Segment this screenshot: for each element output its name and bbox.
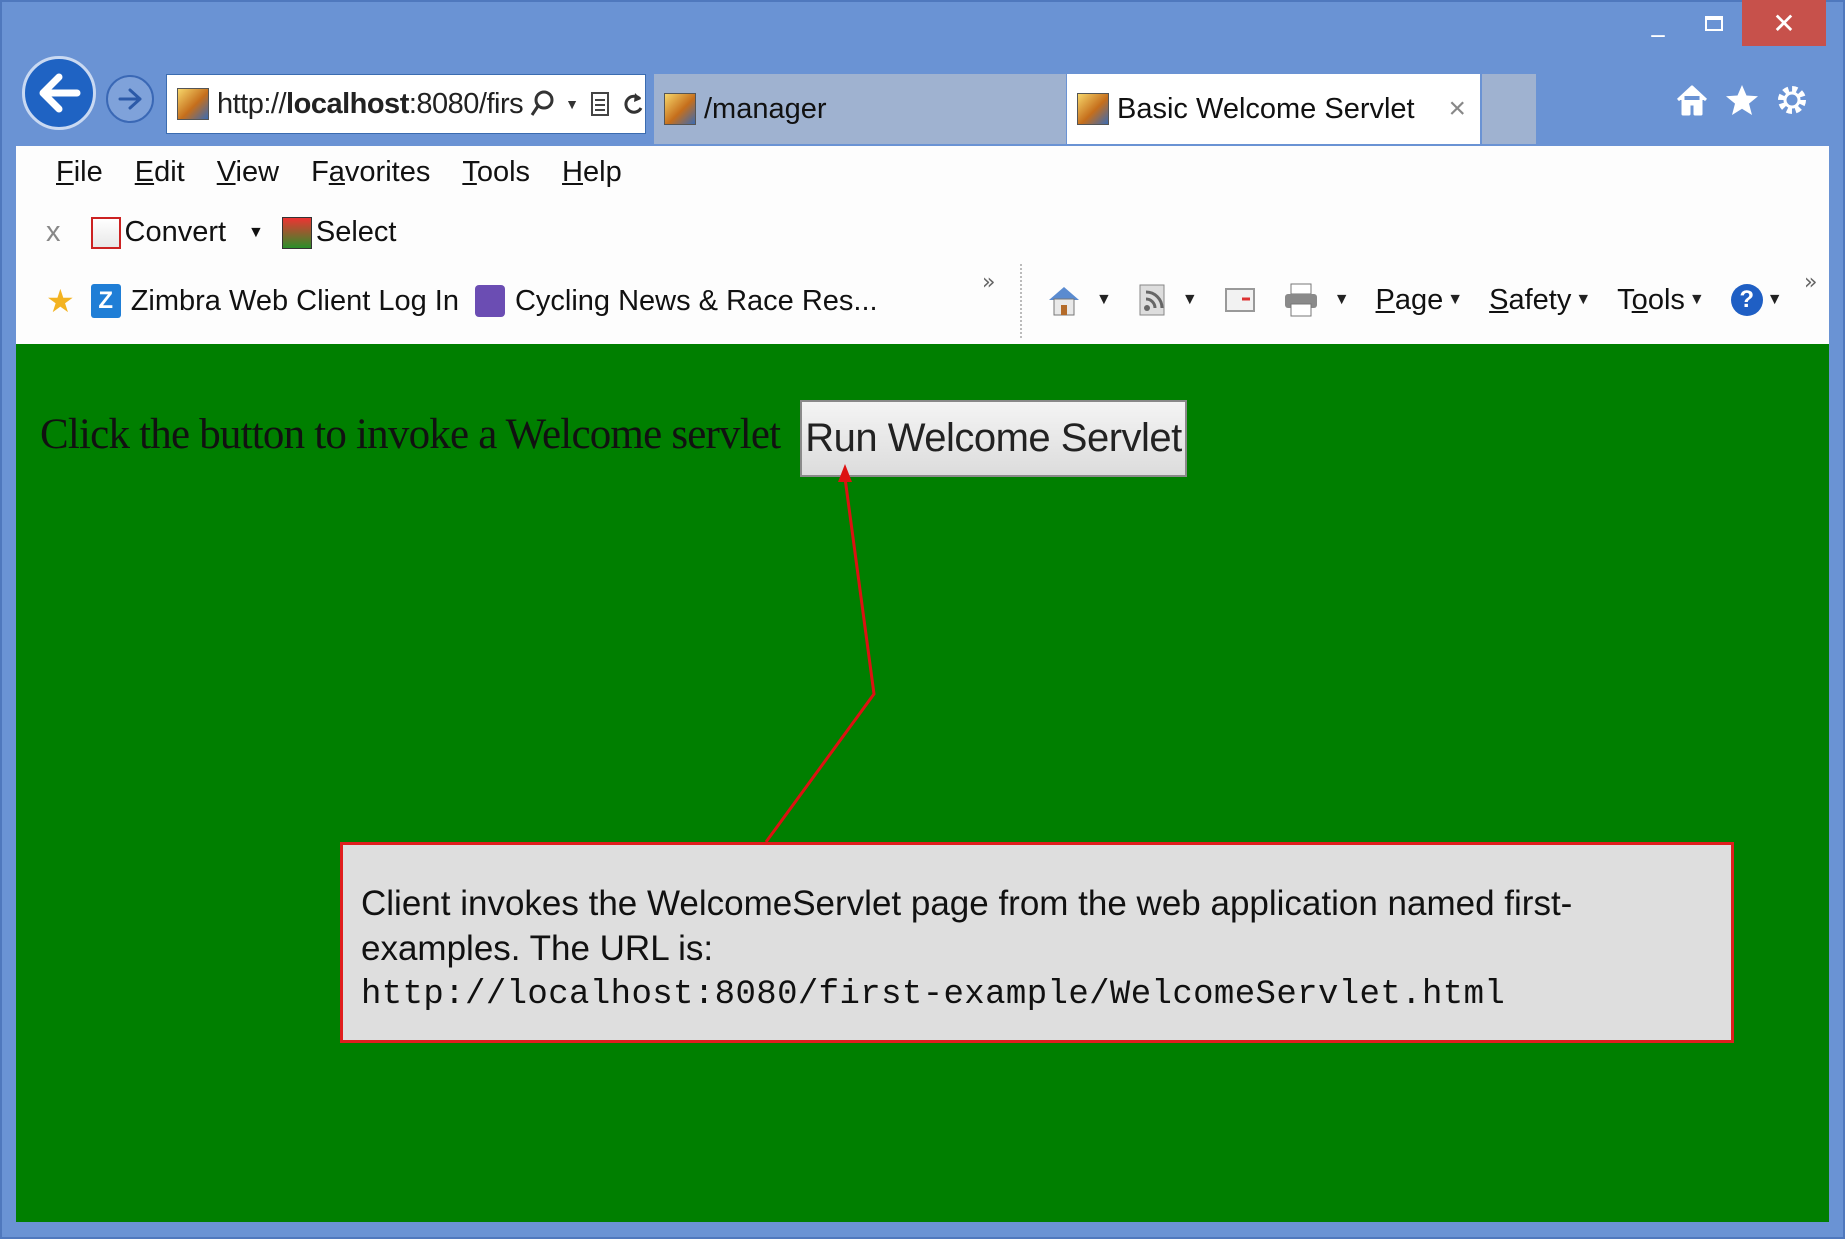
annotation-arrow bbox=[764, 464, 876, 843]
callout-url: http://localhost:8080/first-example/Welc… bbox=[361, 976, 1506, 1014]
callout-line-2: examples. The URL is: bbox=[361, 929, 714, 968]
annotation-callout: Client invokes the WelcomeServlet page f… bbox=[340, 842, 1734, 1043]
callout-line-1: Client invokes the WelcomeServlet page f… bbox=[361, 884, 1573, 923]
